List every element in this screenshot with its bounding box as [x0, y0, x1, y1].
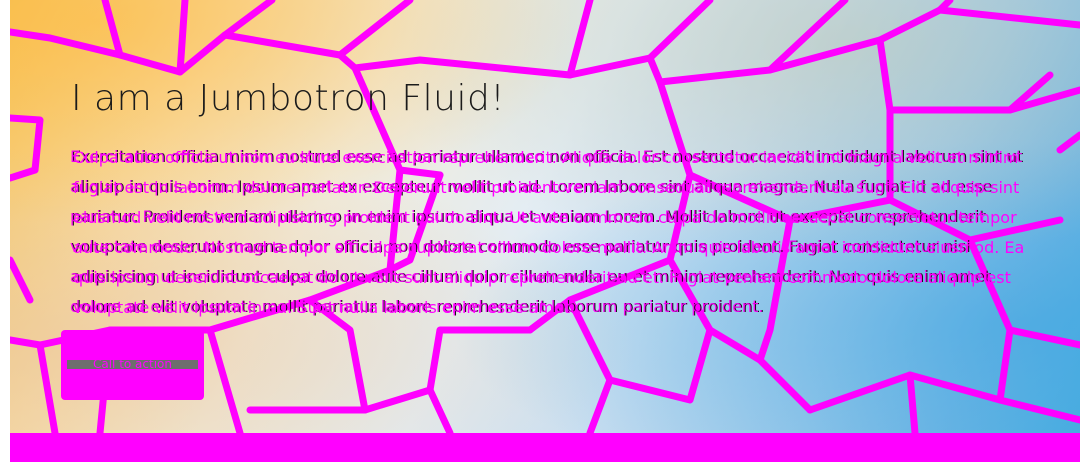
button-label: Call to action — [92, 357, 172, 371]
call-to-action-button[interactable]: Call to action — [61, 330, 204, 400]
page-title: I am a Jumbotron Fluid! — [71, 78, 506, 119]
jumbotron-content: I am a Jumbotron Fluid! Exercitation off… — [70, 72, 1031, 342]
footer-bar — [10, 433, 1080, 462]
lead-text-overlay-shadow: Exercitation officia minim nostrud esse … — [70, 147, 1023, 316]
lead-text-block: Exercitation officia minim nostrud esse … — [70, 142, 1031, 342]
